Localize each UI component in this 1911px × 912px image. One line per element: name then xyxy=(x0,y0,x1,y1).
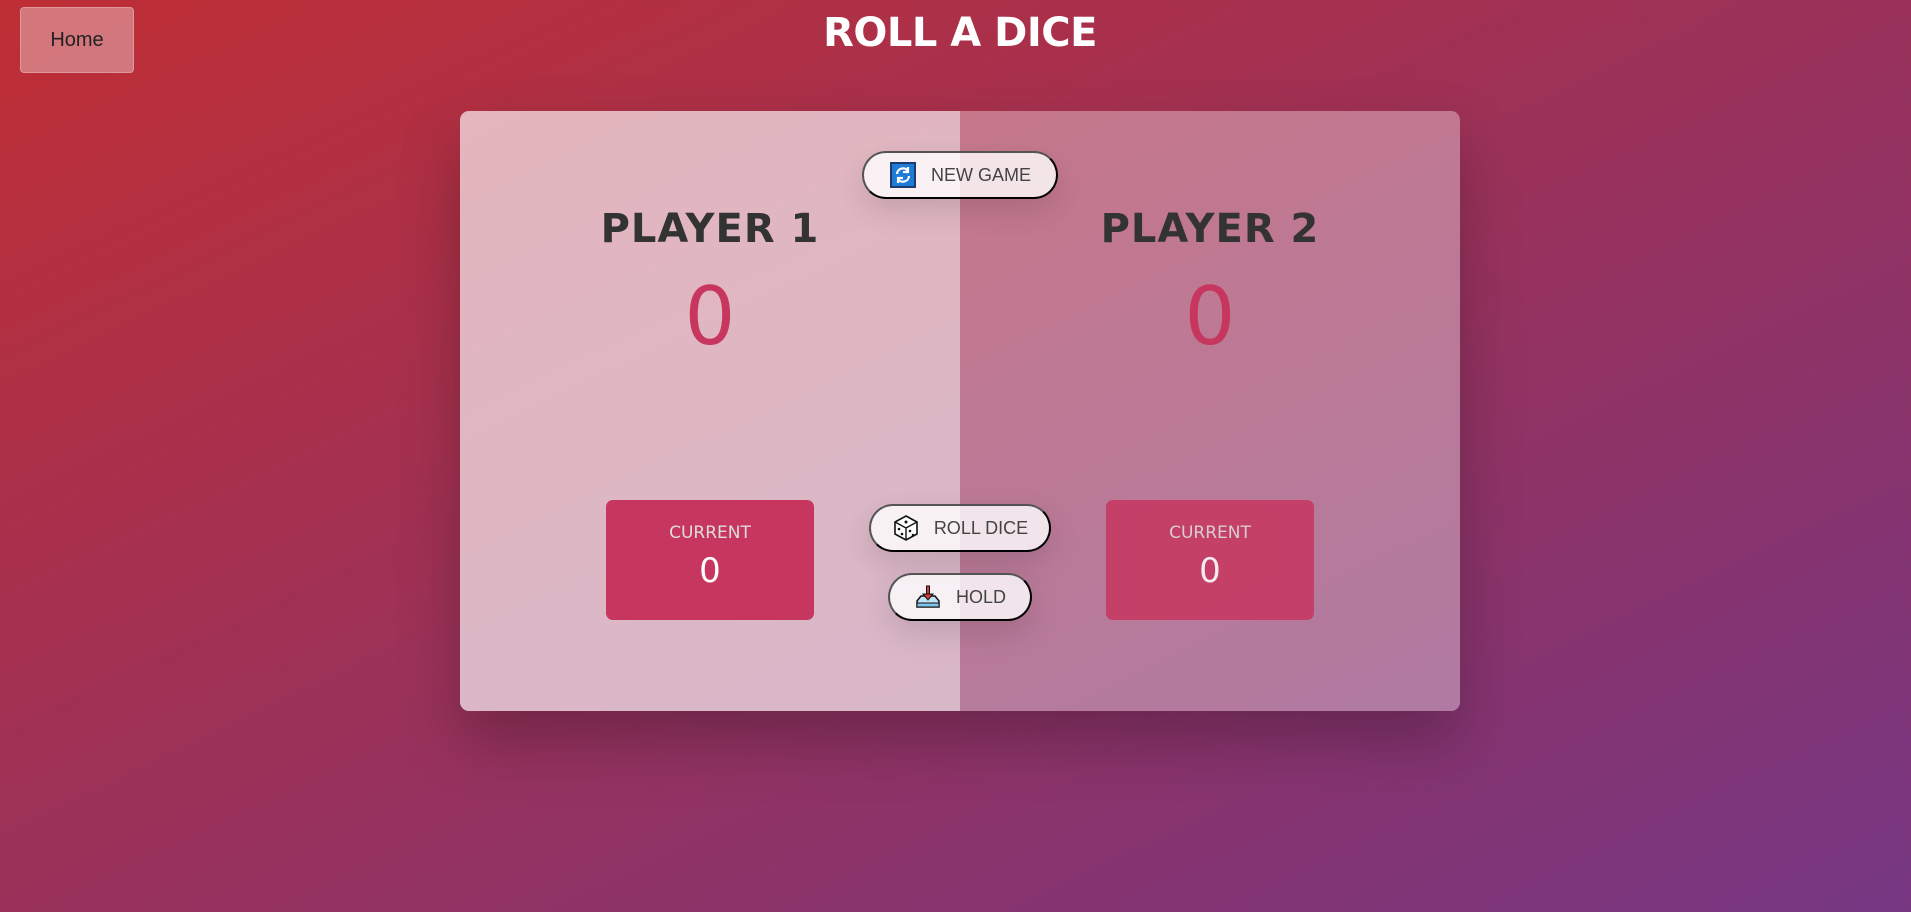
player-1-panel: PLAYER 1 0 CURRENT 0 xyxy=(460,111,960,711)
player-1-name: PLAYER 1 xyxy=(600,206,820,252)
player-2-current-box: CURRENT 0 xyxy=(1106,500,1314,620)
page-title: ROLL A DICE xyxy=(823,10,1097,56)
roll-dice-button[interactable]: ROLL DICE xyxy=(869,504,1051,552)
hold-button[interactable]: HOLD xyxy=(888,573,1032,621)
player-1-score: 0 xyxy=(684,270,736,363)
player-2-current-score: 0 xyxy=(1199,551,1221,591)
refresh-icon xyxy=(889,161,917,189)
player-2-panel: PLAYER 2 0 CURRENT 0 xyxy=(960,111,1460,711)
dice-icon xyxy=(892,514,920,542)
player-1-current-label: CURRENT xyxy=(669,523,751,543)
roll-dice-label: ROLL DICE xyxy=(933,517,1029,538)
player-1-current-box: CURRENT 0 xyxy=(606,500,814,620)
new-game-button[interactable]: NEW GAME xyxy=(862,151,1058,199)
player-2-current-label: CURRENT xyxy=(1169,523,1251,543)
player-2-score: 0 xyxy=(1184,270,1236,363)
player-2-name: PLAYER 2 xyxy=(1100,206,1320,252)
new-game-label: NEW GAME xyxy=(930,164,1031,185)
hold-label: HOLD xyxy=(955,586,1006,607)
game-board: PLAYER 1 0 CURRENT 0 PLAYER 2 0 CURRENT … xyxy=(460,111,1460,711)
player-1-current-score: 0 xyxy=(699,551,721,591)
hold-icon xyxy=(914,583,942,611)
